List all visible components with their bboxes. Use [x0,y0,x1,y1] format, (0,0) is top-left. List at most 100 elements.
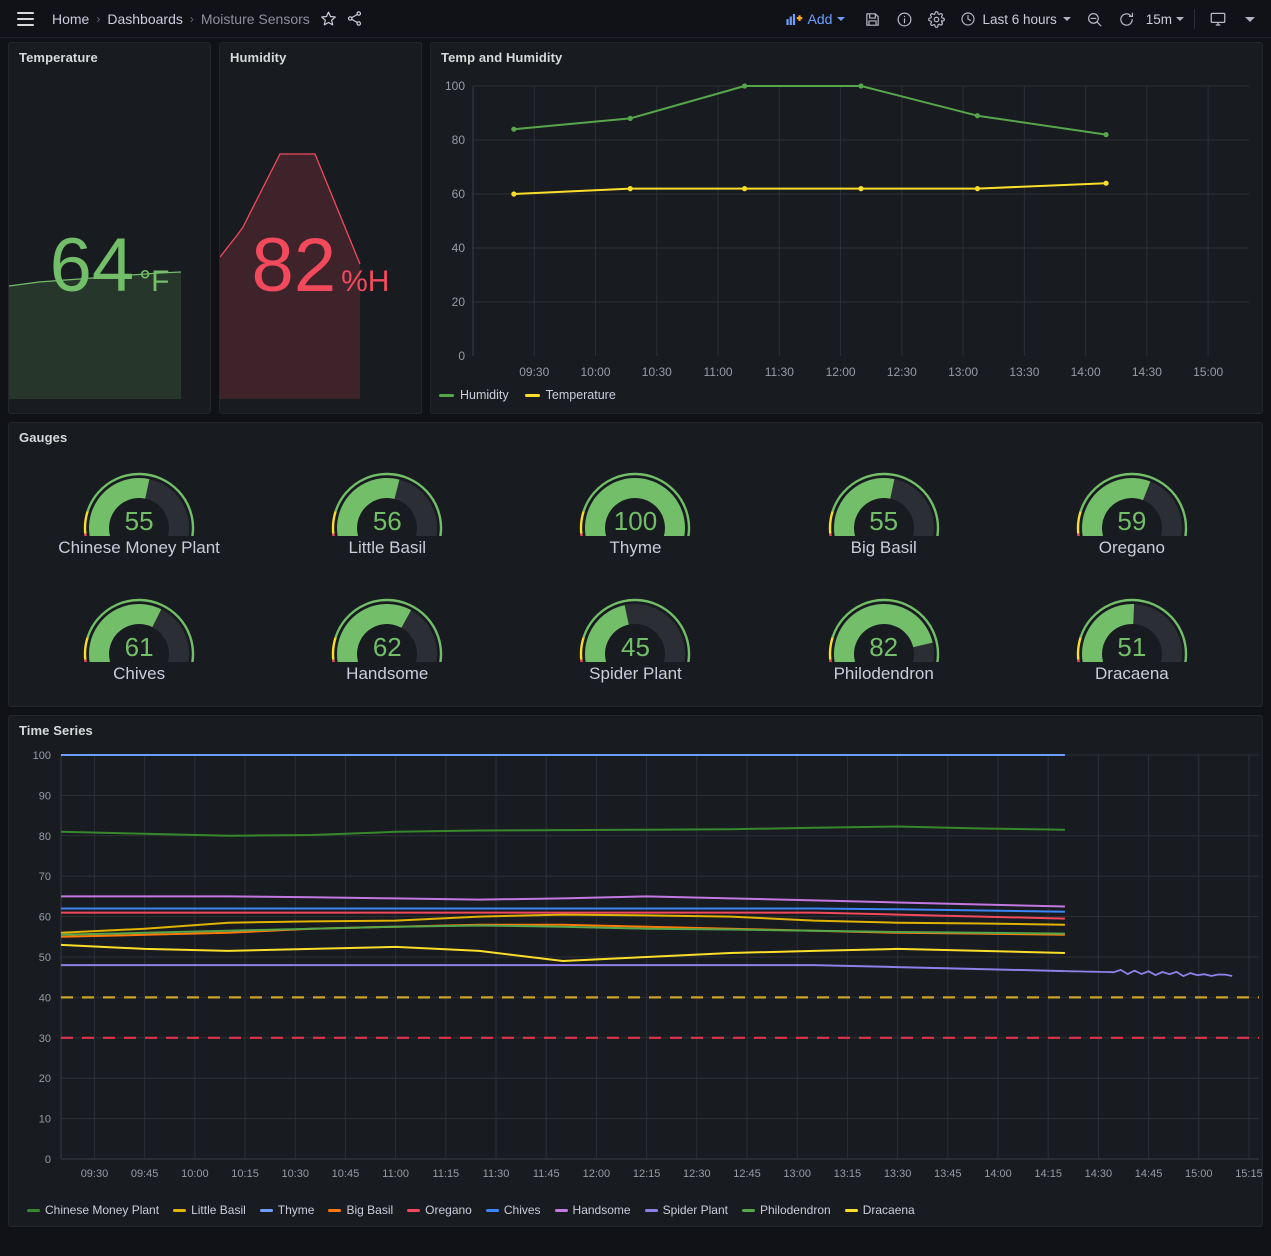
legend-label: Big Basil [346,1203,394,1217]
zoom-out-time-range-button[interactable] [1080,5,1110,33]
svg-text:14:00: 14:00 [984,1168,1012,1180]
legend-item-temperature[interactable]: Temperature [524,388,616,402]
menu-toggle-hamburger-icon[interactable] [8,0,42,38]
gauge-thyme[interactable]: 100 Thyme [511,450,759,576]
gauge-label: Philodendron [833,664,934,683]
svg-text:10: 10 [39,1114,51,1126]
legend-swatch [259,1208,273,1212]
dashboard-row-top: Temperature 64 °F Humidity 82 %H Temp an… [8,42,1263,414]
legend-label: Dracaena [862,1203,915,1217]
legend-item-little-basil[interactable]: Little Basil [173,1203,246,1217]
gauge-label: Big Basil [850,538,917,557]
legend-swatch [524,393,540,397]
svg-text:13:15: 13:15 [834,1168,862,1180]
gauge-oregano[interactable]: 59 Oregano [1008,450,1256,576]
legend-item-dracaena[interactable]: Dracaena [844,1203,915,1217]
gauge-philodendron[interactable]: 82 Philodendron [760,576,1008,702]
legend-label: Little Basil [191,1203,246,1217]
legend-swatch [328,1208,342,1212]
legend-label: Philodendron [759,1203,831,1217]
add-panel-icon [785,13,802,25]
gauge-label: Handsome [346,664,429,683]
clock-icon [961,12,976,26]
legend-item-big-basil[interactable]: Big Basil [328,1203,393,1217]
legend-item-philodendron[interactable]: Philodendron [741,1203,831,1217]
svg-text:15:15: 15:15 [1235,1168,1262,1180]
gauge-dracaena[interactable]: 51 Dracaena [1008,576,1256,702]
svg-text:15:00: 15:00 [1185,1168,1213,1180]
gauge-value: 82 [869,632,899,662]
panel-temperature[interactable]: Temperature 64 °F [8,42,211,414]
legend-label: Chives [503,1203,541,1217]
time-range-label: Last 6 hours [982,11,1057,27]
save-dashboard-button[interactable] [857,5,887,33]
panel-title-temp-and-humidity: Temp and Humidity [441,50,563,65]
svg-text:14:45: 14:45 [1135,1168,1163,1180]
gauge-value: 56 [372,506,402,536]
gauge-value: 100 [613,506,658,536]
breadcrumb-item-dashboards[interactable]: Dashboards [107,11,183,27]
legend-item-chives[interactable]: Chives [485,1203,541,1217]
legend-swatch [407,1208,421,1212]
legend-item-chinese-money-plant[interactable]: Chinese Money Plant [27,1203,159,1217]
svg-text:12:45: 12:45 [733,1168,761,1180]
svg-text:13:00: 13:00 [783,1168,811,1180]
svg-text:50: 50 [39,952,51,964]
legend-label: Handsome [572,1203,631,1217]
temp-and-humidity-legend: Humidity Temperature [439,388,616,402]
legend-swatch [844,1208,858,1212]
star-icon[interactable] [316,6,342,32]
time-range-picker[interactable]: Last 6 hours [953,8,1077,30]
panel-humidity[interactable]: Humidity 82 %H [219,42,422,414]
chevron-down-icon[interactable] [1176,17,1184,21]
gauge-value: 62 [372,632,402,662]
legend-swatch [27,1208,40,1212]
panel-gauges[interactable]: Gauges 55 Chinese Money Plant 56 Little Bas… [8,422,1263,707]
legend-item-spider-plant[interactable]: Spider Plant [644,1203,728,1217]
gauge-spider-plant[interactable]: 45 Spider Plant [511,576,759,702]
svg-text:10:00: 10:00 [581,365,611,379]
temp-and-humidity-chart: 0 20 40 60 80 100 09:30 10:00 10:30 11:00 11:30 12:… [431,68,1262,408]
toolbar-more-button[interactable] [1235,5,1265,33]
legend-swatch [173,1208,187,1212]
gauge-handsome[interactable]: 62 Handsome [263,576,511,702]
svg-text:40: 40 [39,992,51,1004]
svg-text:20: 20 [452,295,466,309]
refresh-dashboard-button[interactable] [1112,5,1142,33]
gauge-chives[interactable]: 61 Chives [15,576,263,702]
gauge-chinese-money-plant[interactable]: 55 Chinese Money Plant [15,450,263,576]
dashboard-toolbar: Add Last 6 hours 15m [780,0,1265,38]
temp-and-humidity-plot: 0 20 40 60 80 100 09:30 10:00 10:30 11:00 11:30 12:… [445,79,1249,379]
gauge-big-basil[interactable]: 55 Big Basil [760,450,1008,576]
svg-text:40: 40 [452,241,466,255]
refresh-interval-label[interactable]: 15m [1146,12,1172,27]
gauge-value: 55 [124,506,154,536]
legend-item-oregano[interactable]: Oregano [407,1203,472,1217]
gauge-little-basil[interactable]: 56 Little Basil [263,450,511,576]
share-icon[interactable] [342,6,368,32]
svg-text:80: 80 [39,831,51,843]
add-panel-button[interactable]: Add [780,8,852,30]
gauge-value: 51 [1117,632,1147,662]
add-panel-label: Add [807,11,833,27]
panel-temp-and-humidity[interactable]: Temp and Humidity 0 20 40 60 80 100 09:30 10:00… [430,42,1263,414]
svg-text:100: 100 [33,750,51,762]
legend-item-handsome[interactable]: Handsome [554,1203,631,1217]
legend-item-humidity[interactable]: Humidity [439,388,509,402]
breadcrumb-item-current[interactable]: Moisture Sensors [201,11,310,27]
breadcrumb-item-home[interactable]: Home [52,11,89,27]
humidity-sparkline [220,153,361,399]
gauge-label: Thyme [609,538,662,557]
svg-text:11:15: 11:15 [432,1168,459,1180]
refresh-icon [1120,12,1134,26]
svg-text:11:30: 11:30 [483,1168,510,1180]
dashboard-info-button[interactable] [889,5,919,33]
svg-text:12:00: 12:00 [583,1168,611,1180]
legend-item-thyme[interactable]: Thyme [259,1203,314,1217]
gauge-grid: 55 Chinese Money Plant 56 Little Basil 100 Th… [9,448,1262,702]
panel-time-series[interactable]: Time Series 0 10 20 30 40 50 60 70 80 90 100 09:30 0… [8,715,1263,1227]
svg-text:14:30: 14:30 [1132,365,1162,379]
gauge-dial: 51 [1076,576,1188,662]
kiosk-mode-button[interactable] [1203,5,1233,33]
dashboard-settings-button[interactable] [921,5,951,33]
